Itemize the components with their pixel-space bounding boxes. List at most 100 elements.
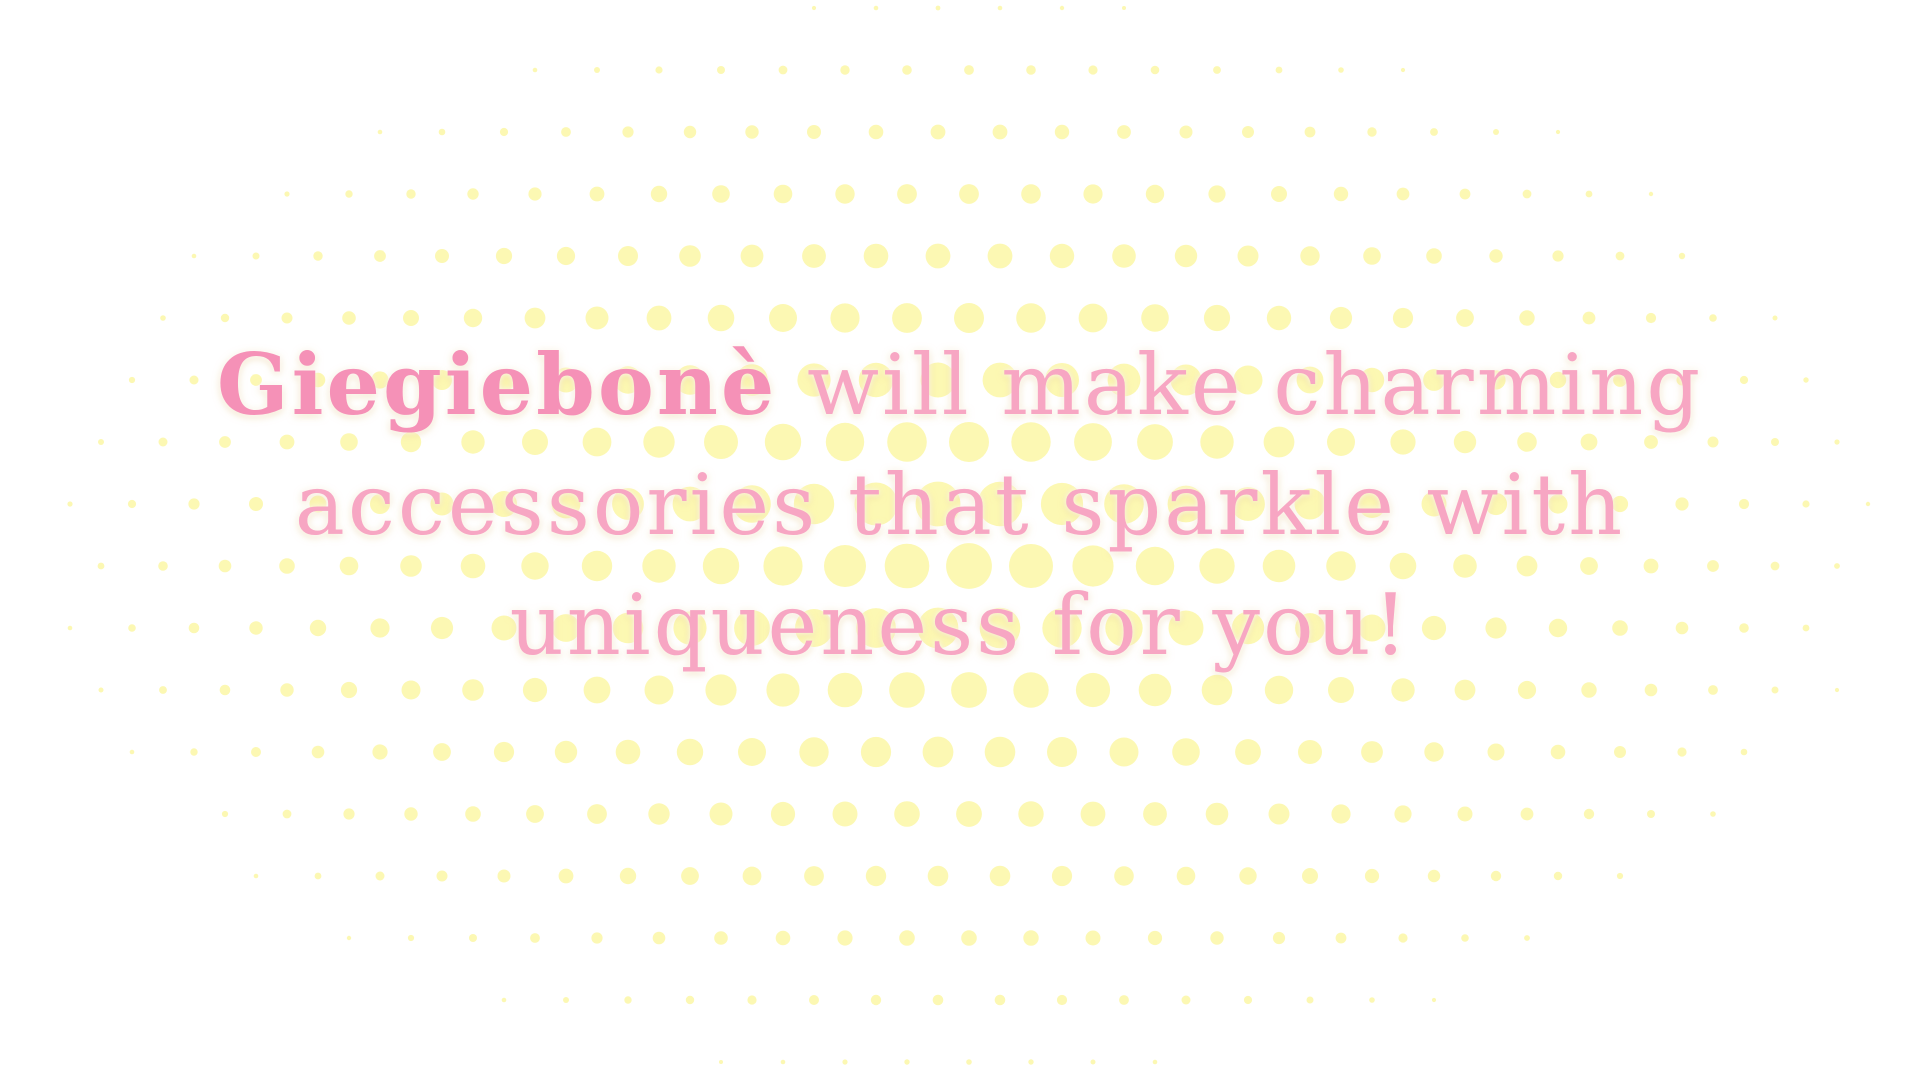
halftone-dot [1306, 996, 1314, 1004]
halftone-dot [252, 252, 260, 260]
halftone-dot [1648, 191, 1654, 197]
halftone-dot [1298, 740, 1322, 764]
halftone-dot [655, 66, 663, 74]
halftone-dot [220, 313, 230, 323]
halftone-dot [1369, 997, 1375, 1003]
halftone-dot [594, 67, 600, 73]
halftone-dot [868, 124, 884, 140]
halftone-dot [372, 744, 388, 760]
halftone-dot [1114, 866, 1134, 886]
halftone-dot [499, 127, 509, 137]
halftone-dot [1772, 315, 1778, 321]
halftone-dot [679, 245, 701, 267]
halftone-dot [1740, 748, 1748, 756]
halftone-dot [1085, 930, 1101, 946]
halftone-dot [1490, 870, 1502, 882]
halftone-dot [860, 736, 892, 768]
halftone-dot [159, 686, 167, 694]
halftone-dot [1803, 377, 1809, 383]
halftone-dot [773, 184, 793, 204]
halftone-dot [129, 749, 135, 755]
halftone-dot [1147, 930, 1163, 946]
halftone-dot [1363, 247, 1381, 265]
halftone-dot [1426, 248, 1442, 264]
halftone-dot [1431, 997, 1437, 1003]
halftone-dot [1237, 245, 1259, 267]
halftone-dot [1834, 687, 1840, 693]
halftone-dot [1143, 802, 1167, 826]
halftone-dot [1335, 932, 1347, 944]
halftone-dot [128, 376, 136, 384]
halftone-dot [930, 124, 946, 140]
halftone-dot [1083, 184, 1103, 204]
halftone-dot [554, 740, 578, 764]
halftone-dot [650, 185, 668, 203]
halftone-dot [685, 995, 695, 1005]
halftone-dot [1552, 250, 1564, 262]
halftone-dot [1059, 5, 1065, 11]
halftone-dot [865, 865, 887, 887]
halftone-dot [1176, 866, 1196, 886]
halftone-dot [740, 244, 764, 268]
halftone-dot [997, 5, 1003, 11]
halftone-dot [624, 996, 632, 1004]
halftone-dot [1647, 810, 1655, 818]
halftone-dot [1145, 184, 1165, 204]
halftone-dot [1645, 312, 1657, 324]
halftone-dot [738, 738, 766, 766]
halftone-dot [404, 807, 418, 821]
halftone-dot [1520, 807, 1534, 821]
halftone-dot [1834, 439, 1840, 445]
halftone-dot [1614, 746, 1626, 758]
halftone-dot [1582, 311, 1596, 325]
halftone-dot [377, 129, 383, 135]
halftone-dot [563, 997, 569, 1003]
halftone-dot [837, 930, 853, 946]
halftone-dot [935, 5, 941, 11]
halftone-dot [1302, 868, 1318, 884]
halftone-dot [1710, 811, 1716, 817]
halftone-dot [1119, 995, 1129, 1005]
halftone-dot [719, 1060, 723, 1064]
halftone-dot [618, 246, 638, 266]
halftone-dot [314, 872, 322, 880]
halftone-dot [863, 243, 889, 269]
halftone-dot [1644, 683, 1658, 697]
halftone-dot [1235, 739, 1261, 765]
halftone-dot [1117, 125, 1131, 139]
halftone-dot [992, 124, 1008, 140]
halftone-dot [1493, 129, 1499, 135]
halftone-dot [311, 745, 325, 759]
halftone-dot [345, 190, 353, 198]
halftone-dot [1555, 129, 1561, 135]
halftone-dot [807, 125, 821, 139]
halftone-dot [591, 932, 603, 944]
halftone-dot [1304, 126, 1316, 138]
halftone-dot [495, 247, 513, 265]
halftone-dot [1179, 125, 1193, 139]
halftone-dot [403, 310, 419, 326]
halftone-dot [648, 803, 670, 825]
halftone-dot [842, 1059, 848, 1065]
halftone-dot [1213, 66, 1221, 74]
halftone-dot [587, 804, 607, 824]
halftone-dot [190, 748, 198, 756]
halftone-dot [1553, 871, 1563, 881]
halftone-dot [1487, 743, 1505, 761]
halftone-dot [804, 866, 824, 886]
halftone-dot [558, 868, 574, 884]
halftone-dot [1181, 995, 1191, 1005]
halftone-dot [1427, 869, 1441, 883]
halftone-dot [922, 736, 954, 768]
halftone-dot [1122, 6, 1126, 10]
halftone-dot [714, 931, 728, 945]
halftone-dot [1271, 186, 1287, 202]
halftone-dot [1615, 251, 1625, 261]
halftone-dot [561, 127, 571, 137]
halftone-dot [1028, 1059, 1034, 1065]
halftone-dot [438, 128, 446, 136]
halftone-dot [1150, 65, 1160, 75]
halftone-dot [501, 997, 507, 1003]
halftone-dot [219, 684, 231, 696]
halftone-dot [556, 246, 576, 266]
